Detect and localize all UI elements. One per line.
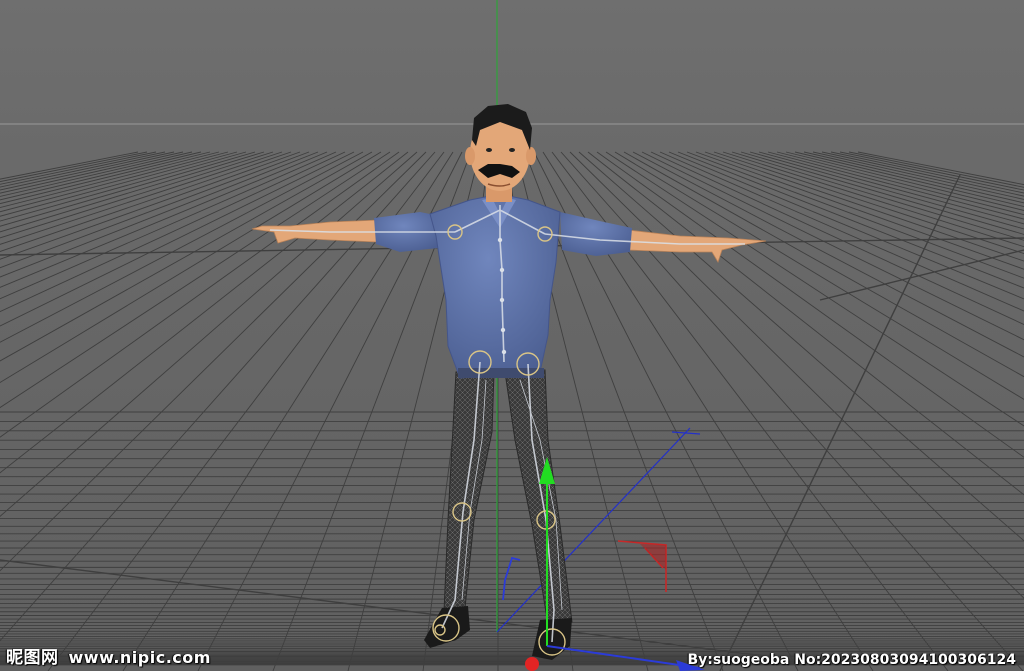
3d-viewport[interactable]: 昵图网 www.nipic.com By:suogeoba No:20230803… (0, 0, 1024, 671)
left-eye (486, 148, 492, 152)
shirt-torso (429, 193, 561, 379)
site-watermark: 昵图网 www.nipic.com (6, 643, 211, 668)
left-ear (465, 147, 475, 165)
credit-watermark: By:suogeoba No:20230803094100306124 (687, 652, 1016, 668)
right-ear (526, 147, 536, 165)
viewport-canvas[interactable] (0, 0, 1024, 671)
gizmo-x-handle[interactable] (525, 657, 539, 671)
belt (458, 368, 544, 378)
right-eye (509, 148, 515, 152)
site-url: www.nipic.com (68, 648, 211, 667)
site-name: 昵图网 (6, 648, 59, 668)
